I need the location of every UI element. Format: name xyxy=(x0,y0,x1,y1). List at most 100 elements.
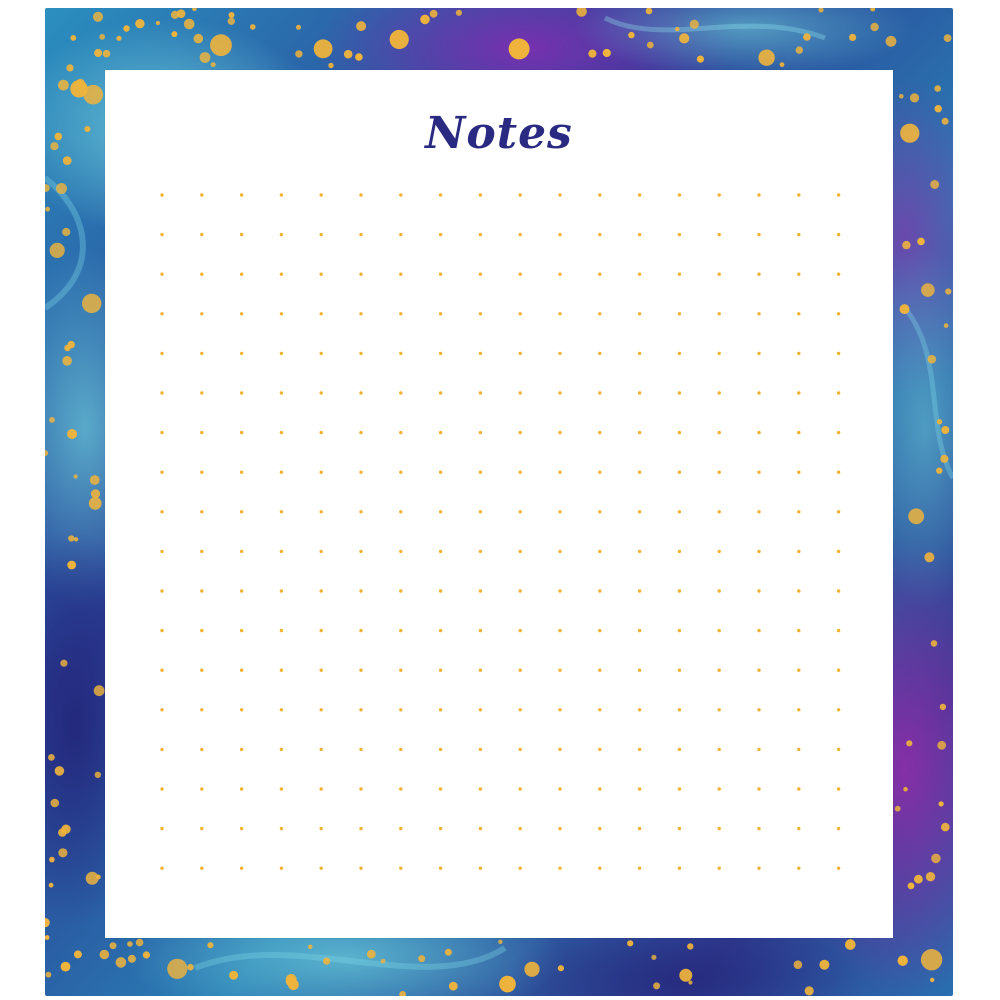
grid-dot xyxy=(598,351,602,356)
grid-dot xyxy=(438,193,443,197)
confetti-dot xyxy=(938,801,944,807)
confetti-dot xyxy=(930,977,935,983)
grid-dot xyxy=(399,510,403,514)
grid-dot xyxy=(239,391,244,395)
grid-dot xyxy=(598,668,602,672)
grid-dot xyxy=(518,193,522,197)
grid-dot xyxy=(518,747,522,752)
grid-dot xyxy=(637,391,642,395)
grid-dot xyxy=(319,747,323,752)
grid-dot xyxy=(637,193,642,197)
grid-dot xyxy=(200,391,204,395)
confetti-dot xyxy=(588,49,597,58)
confetti-dot xyxy=(758,49,775,66)
confetti-dot xyxy=(907,882,915,890)
grid-dot xyxy=(359,430,363,435)
grid-dot xyxy=(200,628,204,633)
grid-dot xyxy=(200,272,204,276)
grid-dot xyxy=(239,510,244,514)
confetti-dot xyxy=(207,942,214,949)
confetti-dot xyxy=(653,982,661,990)
grid-dot xyxy=(677,232,682,237)
confetti-dot xyxy=(499,975,516,993)
grid-dot xyxy=(558,430,562,435)
grid-dot xyxy=(359,866,363,870)
confetti-dot xyxy=(646,41,654,49)
grid-dot xyxy=(200,549,204,554)
confetti-dot xyxy=(67,340,75,349)
confetti-dot xyxy=(945,288,952,295)
grid-dot xyxy=(359,589,363,593)
grid-dot xyxy=(239,232,244,237)
confetti-dot xyxy=(936,419,943,425)
grid-dot xyxy=(797,747,801,752)
confetti-dot xyxy=(899,304,910,315)
grid-dot xyxy=(200,510,204,514)
grid-dot xyxy=(598,312,602,316)
confetti-dot xyxy=(355,53,363,61)
confetti-dot xyxy=(508,38,530,60)
grid-dot xyxy=(478,391,483,395)
confetti-dot xyxy=(914,874,923,884)
grid-dot xyxy=(797,787,801,791)
grid-dot xyxy=(239,787,244,791)
grid-dot xyxy=(160,193,164,197)
confetti-dot xyxy=(936,467,943,474)
grid-dot xyxy=(797,232,801,237)
confetti-dot xyxy=(939,703,947,711)
confetti-dot xyxy=(93,685,105,697)
confetti-dot xyxy=(45,206,50,212)
grid-dot xyxy=(200,708,204,712)
grid-dot xyxy=(438,668,443,672)
grid-dot xyxy=(558,470,562,474)
grid-dot xyxy=(637,787,642,791)
grid-dot xyxy=(438,312,443,316)
grid-dot xyxy=(399,826,403,831)
grid-dot xyxy=(518,272,522,276)
confetti-dot xyxy=(83,84,103,105)
confetti-dot xyxy=(89,475,100,485)
grid-dot xyxy=(836,866,841,870)
grid-dot xyxy=(160,312,164,316)
confetti-dot xyxy=(99,33,106,40)
grid-dot xyxy=(836,668,841,672)
grid-dot xyxy=(438,708,443,712)
confetti-dot xyxy=(885,35,897,47)
grid-dot xyxy=(717,391,721,395)
confetti-dot xyxy=(183,18,195,30)
confetti-dot xyxy=(420,14,430,25)
grid-dot xyxy=(478,826,483,831)
confetti-dot xyxy=(924,552,935,563)
grid-dot xyxy=(757,866,761,870)
grid-dot xyxy=(677,668,682,672)
grid-dot xyxy=(438,589,443,593)
grid-dot xyxy=(598,391,602,395)
confetti-dot xyxy=(455,9,462,16)
confetti-dot xyxy=(285,974,297,985)
grid-dot xyxy=(239,589,244,593)
grid-dot xyxy=(239,826,244,831)
grid-dot xyxy=(558,747,562,752)
grid-dot xyxy=(637,668,642,672)
grid-dot xyxy=(399,866,403,870)
grid-dot xyxy=(558,668,562,672)
grid-dot xyxy=(677,351,682,356)
grid-dot xyxy=(836,510,841,514)
grid-dot xyxy=(399,351,403,356)
confetti-dot xyxy=(54,766,65,776)
grid-dot xyxy=(359,312,363,316)
grid-dot xyxy=(478,351,483,356)
grid-dot xyxy=(598,510,602,514)
grid-dot xyxy=(239,312,244,316)
grid-dot xyxy=(279,747,284,752)
confetti-dot xyxy=(323,957,331,965)
grid-dot xyxy=(637,866,642,870)
confetti-dot xyxy=(906,740,913,747)
grid-dot xyxy=(438,549,443,554)
grid-dot xyxy=(359,232,363,237)
grid-dot xyxy=(399,470,403,474)
confetti-dot xyxy=(687,943,694,950)
grid-dot xyxy=(558,272,562,276)
grid-dot xyxy=(399,391,403,395)
grid-dot xyxy=(518,589,522,593)
